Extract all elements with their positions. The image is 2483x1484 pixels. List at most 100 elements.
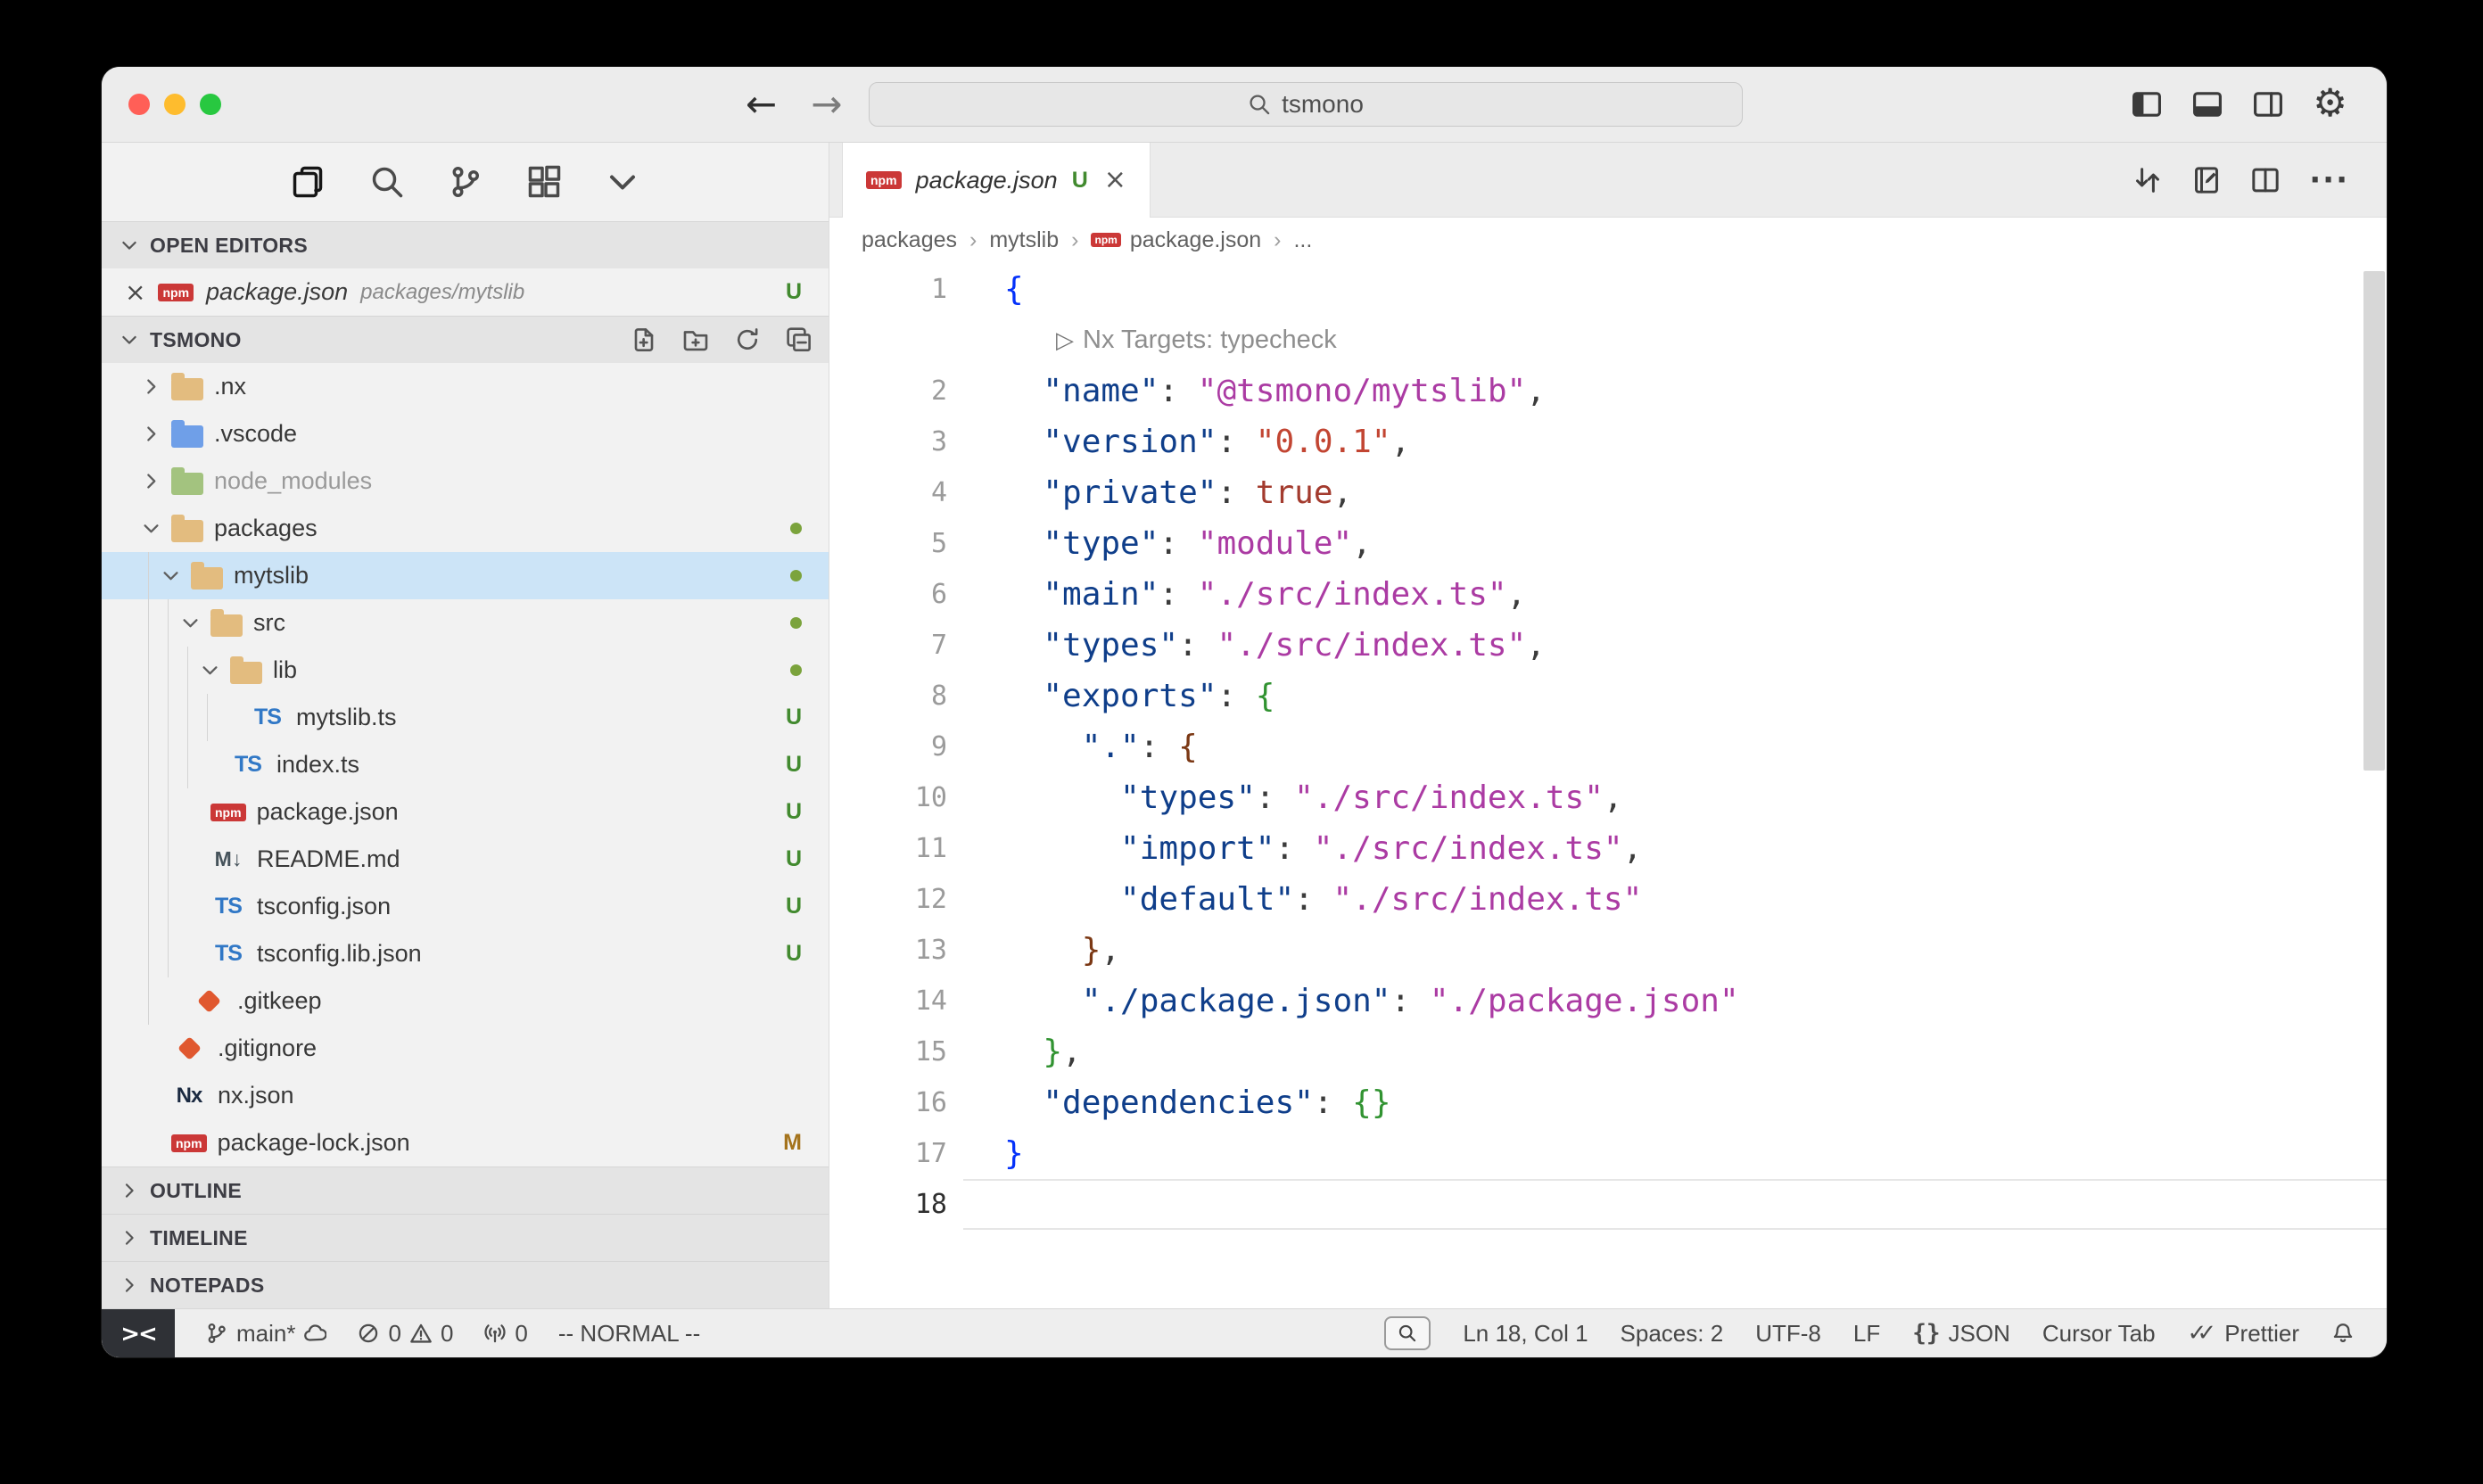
refresh-icon[interactable] xyxy=(734,326,761,353)
tree-item-lib[interactable]: lib xyxy=(102,647,829,694)
code-line-16[interactable]: 16 "dependencies": {} xyxy=(829,1077,2387,1128)
chevron-down-icon[interactable] xyxy=(177,613,203,633)
search-icon[interactable] xyxy=(369,164,405,200)
code-line-7[interactable]: 7 "types": "./src/index.ts", xyxy=(829,620,2387,671)
formatter-status[interactable]: ✓✓ Prettier xyxy=(2188,1320,2299,1348)
command-center-search[interactable]: tsmono xyxy=(869,82,1743,127)
tree-item-nx-json[interactable]: nx.json xyxy=(102,1072,829,1119)
cursor-position-status[interactable]: Ln 18, Col 1 xyxy=(1463,1320,1588,1348)
error-count: 0 xyxy=(388,1320,400,1348)
breadcrumb-item-packages[interactable]: packages xyxy=(862,227,957,253)
tree-item-package-lock-json[interactable]: package-lock.jsonM xyxy=(102,1119,829,1167)
toggle-panel-icon[interactable] xyxy=(2191,88,2223,120)
more-icon[interactable]: ··· xyxy=(2309,165,2349,195)
minimize-window-button[interactable] xyxy=(164,94,186,115)
code-line-12[interactable]: 12 "default": "./src/index.ts" xyxy=(829,874,2387,925)
toggle-sidebar-icon[interactable] xyxy=(2131,88,2163,120)
tree-item-src[interactable]: src xyxy=(102,599,829,647)
tree-item-gitignore[interactable]: .gitignore xyxy=(102,1025,829,1072)
chevron-down-icon[interactable] xyxy=(137,518,164,539)
cursor-tab-status[interactable]: Cursor Tab xyxy=(2042,1320,2156,1348)
code-line-18[interactable]: 18 xyxy=(829,1179,2387,1230)
tree-item-readme-md[interactable]: README.mdU xyxy=(102,836,829,883)
source-control-icon[interactable] xyxy=(448,164,483,200)
npm-icon xyxy=(171,1134,207,1152)
forward-button[interactable]: → xyxy=(811,86,842,123)
new-file-icon[interactable] xyxy=(631,326,657,353)
remote-indicator[interactable]: >< xyxy=(102,1309,175,1357)
tree-item-mytslib-ts[interactable]: mytslib.tsU xyxy=(102,694,829,741)
section-title: NOTEPADS xyxy=(150,1274,264,1298)
files-icon[interactable] xyxy=(291,164,326,200)
code-line-11[interactable]: 11 "import": "./src/index.ts", xyxy=(829,823,2387,874)
tab-package-json[interactable]: package.json U × xyxy=(842,143,1151,218)
zoom-indicator[interactable] xyxy=(1384,1316,1431,1350)
sidebar-section-outline[interactable]: OUTLINE xyxy=(102,1167,829,1214)
back-button[interactable]: ← xyxy=(746,86,777,123)
tree-item-gitkeep[interactable]: .gitkeep xyxy=(102,977,829,1025)
git-status-badge: U xyxy=(786,846,802,872)
breadcrumb-item-package-json[interactable]: package.json xyxy=(1091,227,1261,253)
tree-item-mytslib[interactable]: mytslib xyxy=(102,552,829,599)
problems-status[interactable]: 0 0 xyxy=(357,1320,453,1348)
close-icon[interactable]: × xyxy=(125,280,145,305)
chevron-down-icon[interactable] xyxy=(605,164,640,200)
indentation-status[interactable]: Spaces: 2 xyxy=(1621,1320,1724,1348)
code-line-2[interactable]: 2 "name": "@tsmono/mytslib", xyxy=(829,366,2387,416)
code-line-3[interactable]: 3 "version": "0.0.1", xyxy=(829,416,2387,467)
code-line-15[interactable]: 15 }, xyxy=(829,1026,2387,1077)
code-line-8[interactable]: 8 "exports": { xyxy=(829,671,2387,721)
eol-status[interactable]: LF xyxy=(1853,1320,1880,1348)
chevron-right-icon[interactable] xyxy=(137,424,164,444)
sidebar-section-notepads[interactable]: NOTEPADS xyxy=(102,1261,829,1308)
extensions-icon[interactable] xyxy=(526,164,562,200)
chevron-right-icon[interactable] xyxy=(137,471,164,491)
tree-item-package-json[interactable]: package.jsonU xyxy=(102,788,829,836)
sidebar-section-timeline[interactable]: TIMELINE xyxy=(102,1214,829,1261)
explorer-header[interactable]: TSMONO xyxy=(102,316,829,363)
notebook-icon[interactable] xyxy=(2191,165,2222,195)
gear-icon[interactable]: ⚙ xyxy=(2313,85,2347,123)
codelens-nx-targets[interactable]: ▷Nx Targets: typecheck xyxy=(829,315,2387,366)
code-line-13[interactable]: 13 }, xyxy=(829,925,2387,976)
code-line-1[interactable]: 1{ xyxy=(829,264,2387,315)
chevron-down-icon[interactable] xyxy=(157,565,184,586)
branch-status[interactable]: main* xyxy=(205,1320,326,1348)
code-line-4[interactable]: 4 "private": true, xyxy=(829,467,2387,518)
code-line-9[interactable]: 9 ".": { xyxy=(829,721,2387,772)
tree-item-label: package.json xyxy=(257,798,399,826)
collapse-all-icon[interactable] xyxy=(786,326,813,353)
code-line-14[interactable]: 14 "./package.json": "./package.json" xyxy=(829,976,2387,1026)
breadcrumb-item-[interactable]: ... xyxy=(1293,227,1312,253)
tree-item-node-modules[interactable]: node_modules xyxy=(102,458,829,505)
maximize-window-button[interactable] xyxy=(200,94,221,115)
language-mode-status[interactable]: {} JSON xyxy=(1912,1320,2010,1348)
breadcrumb-item-mytslib[interactable]: mytslib xyxy=(989,227,1059,253)
tree-item-vscode[interactable]: .vscode xyxy=(102,410,829,458)
notifications-status[interactable] xyxy=(2331,1322,2355,1345)
encoding-status[interactable]: UTF-8 xyxy=(1755,1320,1821,1348)
compare-icon[interactable] xyxy=(2132,165,2163,195)
toggle-secondary-sidebar-icon[interactable] xyxy=(2252,88,2284,120)
new-folder-icon[interactable] xyxy=(682,326,709,353)
close-tab-icon[interactable]: × xyxy=(1104,167,1126,194)
tree-item-tsconfig-lib-json[interactable]: tsconfig.lib.jsonU xyxy=(102,930,829,977)
code-line-10[interactable]: 10 "types": "./src/index.ts", xyxy=(829,772,2387,823)
vim-mode-status[interactable]: -- NORMAL -- xyxy=(558,1320,700,1348)
chevron-down-icon[interactable] xyxy=(196,660,223,680)
ports-status[interactable]: 0 xyxy=(483,1320,527,1348)
tree-item-index-ts[interactable]: index.tsU xyxy=(102,741,829,788)
code-line-17[interactable]: 17} xyxy=(829,1128,2387,1179)
tree-item-packages[interactable]: packages xyxy=(102,505,829,552)
tree-item-nx[interactable]: .nx xyxy=(102,363,829,410)
close-window-button[interactable] xyxy=(128,94,150,115)
scrollbar-thumb[interactable] xyxy=(2363,271,2385,771)
code-line-6[interactable]: 6 "main": "./src/index.ts", xyxy=(829,569,2387,620)
open-editor-item[interactable]: × package.json packages/mytslib U xyxy=(102,268,829,316)
open-editors-header[interactable]: OPEN EDITORS xyxy=(102,221,829,268)
split-icon[interactable] xyxy=(2250,165,2281,195)
code-editor[interactable]: 1{▷Nx Targets: typecheck2 "name": "@tsmo… xyxy=(829,262,2387,1308)
code-line-5[interactable]: 5 "type": "module", xyxy=(829,518,2387,569)
chevron-right-icon[interactable] xyxy=(137,376,164,397)
tree-item-tsconfig-json[interactable]: tsconfig.jsonU xyxy=(102,883,829,930)
